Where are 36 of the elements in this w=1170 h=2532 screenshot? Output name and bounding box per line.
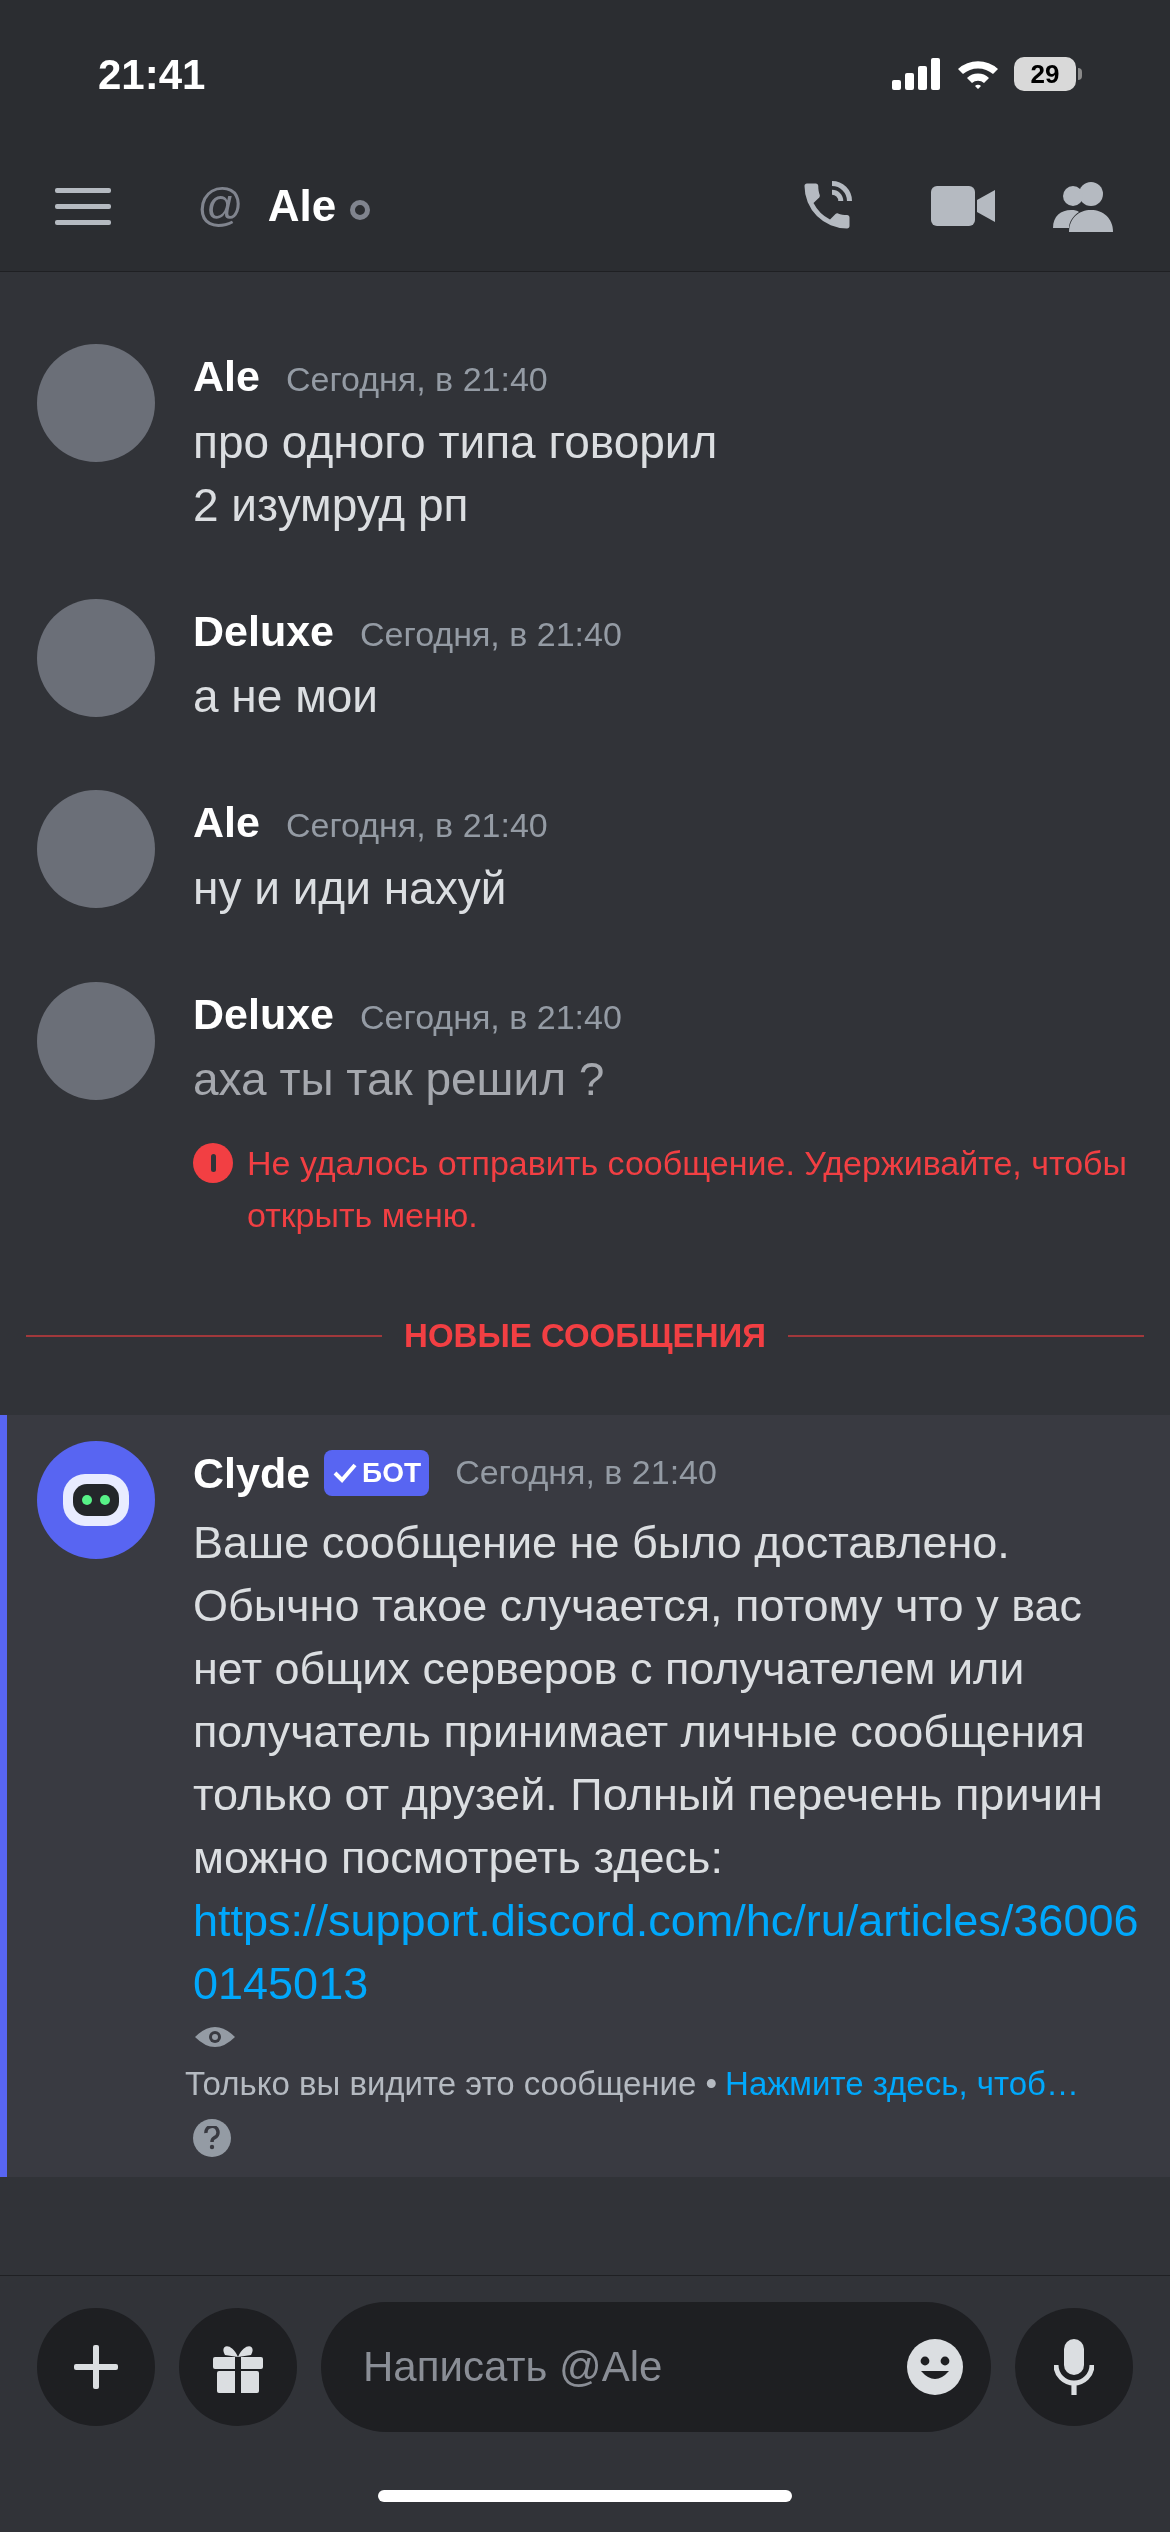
video-camera-icon[interactable]	[931, 183, 995, 228]
username[interactable]: Ale	[193, 344, 260, 409]
error-message: Не удалось отправить сообщение. Удерживайте, чтобы открыть меню.	[247, 1143, 1128, 1236]
signal-icon	[892, 58, 942, 90]
timestamp: Сегодня, в 21:40	[455, 1452, 717, 1494]
channel-title[interactable]: Ale	[267, 172, 337, 239]
status-time: 21:41	[98, 49, 206, 100]
message-text: 2 изумруд рп	[193, 477, 470, 533]
message-text: про одного типа говорил	[193, 414, 718, 470]
timestamp: Сегодня, в 21:40	[285, 359, 548, 400]
username[interactable]: Deluxe	[193, 981, 334, 1046]
help-icon	[193, 2118, 231, 2157]
plus-icon	[74, 2345, 118, 2389]
new-messages-divider: НОВЫЕ СООБЩЕНИЯ	[404, 1316, 766, 1356]
timestamp: Сегодня, в 21:40	[360, 613, 622, 655]
message-input-field[interactable]: Написать @Ale	[321, 2302, 991, 2432]
menu-icon[interactable]	[55, 185, 111, 226]
ephemeral-note: Только вы видите это сообщение •	[185, 2064, 718, 2104]
username[interactable]: Ale	[193, 790, 260, 855]
dismiss-link[interactable]: Нажмите здесь, чтоб…	[725, 2059, 1079, 2109]
bot-badge: БОТ	[324, 1449, 430, 1496]
support-link[interactable]: https://support.discord.com/hc/ru/articles/360060145013	[193, 1889, 1150, 2015]
members-icon[interactable]	[1053, 179, 1115, 232]
microphone-icon	[1054, 2339, 1094, 2395]
wifi-icon	[956, 58, 1000, 90]
message-text: Ваше сообщение не было доставлено. Обычно такое случается, потому что у вас нет общих серверов с получателем или получатель принимает личные сообщения только от друзей. Полный перечень причин можно посмотреть здесь:	[193, 1516, 1104, 1885]
message-text: ну и иди нахуй	[193, 860, 508, 916]
at-sign-icon: @	[197, 171, 244, 240]
timestamp: Сегодня, в 21:40	[285, 805, 548, 846]
username[interactable]: Clyde	[193, 1440, 311, 1505]
message-text: а не мои	[193, 669, 380, 724]
timestamp: Сегодня, в 21:40	[360, 996, 622, 1038]
emoji-icon[interactable]	[905, 2337, 965, 2397]
message-text: аха ты так решил ?	[193, 1052, 606, 1107]
error-icon	[193, 1143, 233, 1183]
username[interactable]: Deluxe	[193, 598, 334, 663]
